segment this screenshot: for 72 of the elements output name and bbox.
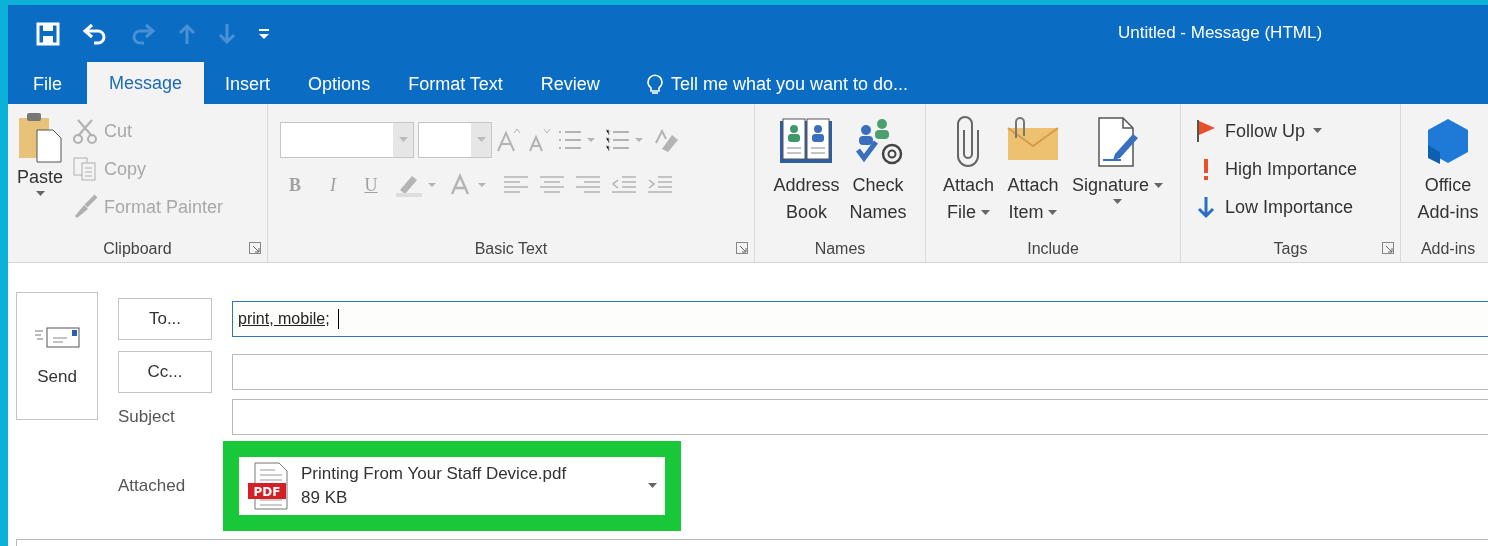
ribbon-button[interactable]: Address Book xyxy=(770,112,843,240)
caret-icon xyxy=(648,483,657,489)
ribbon-tab[interactable]: Message xyxy=(87,62,205,104)
center-icon xyxy=(538,174,566,196)
tell-me-search[interactable]: Tell me what you want to do... xyxy=(646,64,908,104)
grow-font-icon xyxy=(496,127,522,153)
align-left-icon xyxy=(502,174,530,196)
exclamation-icon xyxy=(1204,158,1208,180)
toolbar-button[interactable] xyxy=(82,22,108,45)
ribbon-button[interactable]: Attach Item xyxy=(1001,112,1065,240)
attachment-name: Printing From Your Staff Device.pdf xyxy=(301,463,568,485)
envelope-icon xyxy=(33,325,81,349)
caret-icon xyxy=(35,191,45,197)
copy-icon xyxy=(72,156,99,182)
lightbulb-icon xyxy=(646,73,663,95)
send-button[interactable]: Send xyxy=(16,292,98,420)
tag-button[interactable]: Low Importance xyxy=(1195,188,1358,226)
down-arrow-icon xyxy=(218,22,236,45)
up-arrow-icon xyxy=(178,22,196,45)
caret-icon xyxy=(1113,199,1122,205)
cc-button[interactable]: Cc... xyxy=(118,350,212,393)
paintbrush-icon xyxy=(72,194,99,220)
toolbar-button[interactable] xyxy=(258,27,270,40)
caret-icon xyxy=(980,209,990,216)
group-label: Names xyxy=(814,240,866,258)
ribbon-tab[interactable]: Options xyxy=(295,64,384,104)
ribbon-button[interactable]: Check Names xyxy=(846,112,910,240)
subject-field[interactable] xyxy=(232,398,1488,435)
dialog-launcher-icon[interactable] xyxy=(1382,242,1394,254)
caret-icon xyxy=(476,137,486,143)
attachment-size: 89 KB xyxy=(301,487,349,509)
align-right-icon xyxy=(574,174,602,196)
down-arrow-icon xyxy=(1195,195,1217,219)
customize-icon xyxy=(258,27,270,40)
office-add-ins-button[interactable]: Office Add-ins xyxy=(1414,112,1482,240)
undo-icon xyxy=(82,22,108,45)
caret-icon xyxy=(1313,128,1323,134)
decrease-indent-icon xyxy=(610,174,638,196)
to-field[interactable]: print, mobile; xyxy=(232,300,1488,337)
flag-icon xyxy=(1195,119,1217,143)
tag-button[interactable]: Follow Up xyxy=(1195,112,1358,150)
ribbon-tab[interactable]: Insert xyxy=(212,64,284,104)
group-label: Basic Text xyxy=(474,240,548,258)
redo-icon xyxy=(130,22,156,45)
window-title: Untitled - Message (HTML) xyxy=(1118,23,1323,43)
message-body-field[interactable] xyxy=(16,539,1488,546)
increase-indent-icon xyxy=(646,174,674,196)
ribbon-tab[interactable]: Format Text xyxy=(395,64,516,104)
to-button[interactable]: To... xyxy=(118,297,212,340)
group-label: Clipboard xyxy=(103,240,172,258)
ribbon-tab[interactable]: File xyxy=(20,64,75,104)
ribbon-tab[interactable]: Review xyxy=(527,64,613,104)
subject-label: Subject xyxy=(118,406,176,427)
tag-button[interactable]: High Importance xyxy=(1195,150,1358,188)
attached-label: Attached xyxy=(118,476,187,496)
caret-icon xyxy=(1048,209,1058,216)
caret-icon xyxy=(1154,182,1164,189)
caret-icon xyxy=(398,137,408,143)
paste-button[interactable]: Paste xyxy=(14,112,67,240)
group-label: Add-ins xyxy=(1420,240,1476,258)
save-icon xyxy=(36,21,60,46)
attachment-item[interactable]: PDF Printing From Your Staff Device.pdf 89 KB xyxy=(239,457,665,515)
dialog-launcher-icon[interactable] xyxy=(736,242,748,254)
dialog-launcher-icon[interactable] xyxy=(249,242,261,254)
ribbon-button[interactable]: Signature xyxy=(1069,112,1167,240)
group-label: Tags xyxy=(1273,240,1308,258)
ribbon-button[interactable]: Attach File xyxy=(939,112,997,240)
shrink-font-icon xyxy=(526,127,552,153)
scissors-icon xyxy=(72,118,99,144)
group-label: Include xyxy=(1027,240,1079,258)
clipboard-icon xyxy=(17,112,63,164)
cc-field[interactable] xyxy=(232,353,1488,390)
